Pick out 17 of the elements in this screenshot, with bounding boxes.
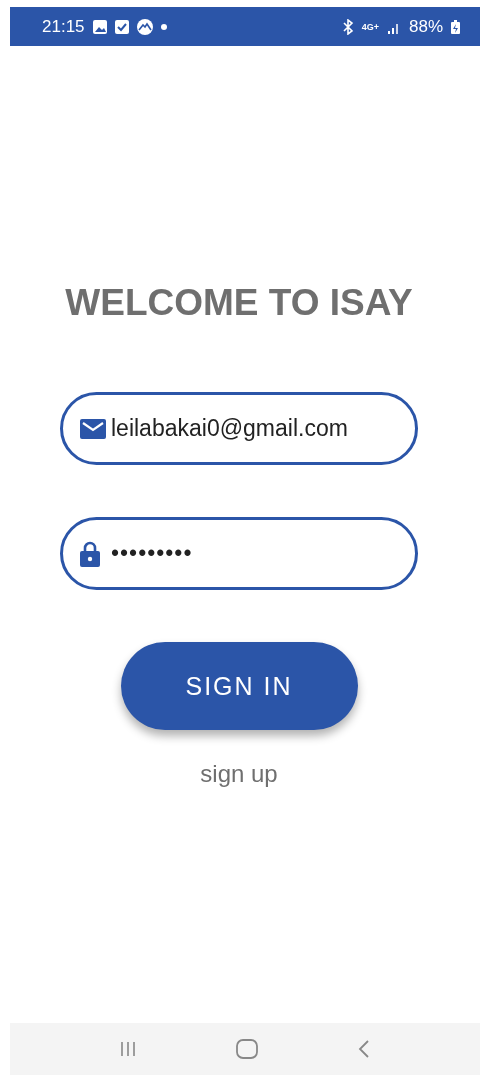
email-field[interactable]: leilabakai0@gmail.com: [60, 392, 418, 465]
sign-in-button[interactable]: SIGN IN: [120, 642, 358, 730]
home-icon[interactable]: [236, 1039, 258, 1059]
bluetooth-icon: [341, 18, 354, 35]
dot-icon: [160, 23, 167, 30]
sign-up-link[interactable]: sign up: [200, 760, 278, 788]
network-label: 4G+: [361, 21, 379, 32]
clock: 21:15: [42, 16, 85, 37]
gallery-icon: [92, 19, 107, 34]
battery-percent: 88%: [408, 16, 443, 37]
battery-charging-icon: [451, 19, 460, 34]
checkbox-icon: [114, 19, 129, 34]
welcome-title: WELCOME TO ISAY: [65, 282, 413, 324]
mountain-icon: [136, 18, 153, 35]
password-field[interactable]: •••••••••: [60, 517, 418, 590]
recent-apps-icon[interactable]: [120, 1041, 136, 1057]
back-icon[interactable]: [358, 1040, 370, 1058]
